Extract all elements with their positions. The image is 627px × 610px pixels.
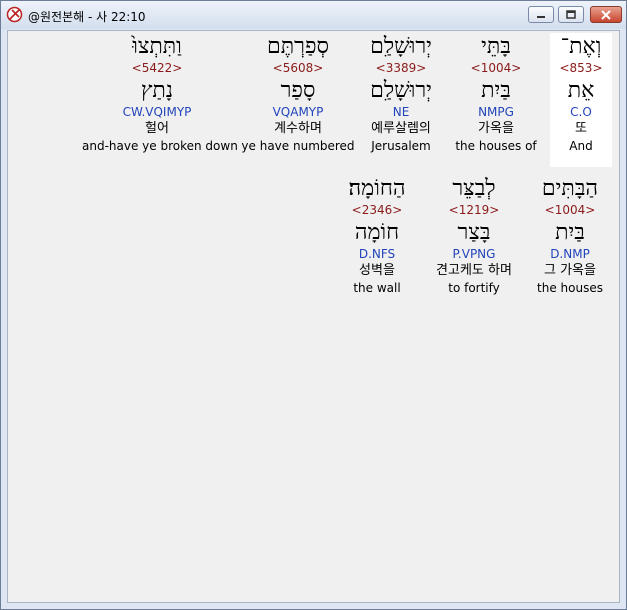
interlinear-panel[interactable]: וְאֶת־ <853> אֵת C.O 또 And בָּתֵּי <1004…: [7, 30, 620, 603]
word-block[interactable]: הַחוֹמָה׃ <2346> חוֹמָה D.NFS 성벽을 the wa…: [327, 175, 427, 296]
word-block[interactable]: הַבָּתִּים <1004> בַּיִת D.NMP 그 가옥을 the…: [530, 175, 610, 296]
korean-gloss: 성벽을: [359, 263, 395, 278]
window-title: @원전본해 - 사 22:10: [28, 10, 146, 24]
morphology-code: NMPG: [478, 105, 514, 119]
hebrew-word: יְרוּשָׁלַ͏ִם: [370, 34, 432, 59]
korean-gloss: 그 가옥을: [544, 263, 596, 278]
morphology-code: P.VPNG: [452, 247, 496, 261]
word-block[interactable]: וְאֶת־ <853> אֵת C.O 또 And: [550, 33, 612, 167]
hebrew-lemma: אֵת: [567, 78, 595, 103]
morphology-code: NE: [392, 105, 410, 119]
strong-number[interactable]: <1004>: [446, 61, 546, 75]
close-button[interactable]: [590, 6, 622, 23]
morphology-code: D.NFS: [358, 247, 396, 261]
english-gloss: the houses: [537, 281, 603, 295]
english-gloss: the wall: [353, 281, 401, 295]
english-gloss: Jerusalem: [371, 139, 431, 153]
english-gloss: the houses of: [455, 139, 537, 153]
strong-number[interactable]: <5608>: [241, 61, 355, 75]
word-block[interactable]: סְפַרְתֶּם <5608> סָפַר VQAMYP 계수하며 ye h…: [241, 33, 355, 154]
morphology-code: C.O: [570, 105, 592, 119]
hebrew-lemma: בָּצַר: [457, 220, 491, 245]
word-block[interactable]: יְרוּשָׁלַ͏ִם <3389> יְרוּשָׁלַ͏ִם NE 예루…: [351, 33, 451, 154]
maximize-icon: [566, 9, 576, 19]
hebrew-word: לְבַצֵּר: [452, 176, 496, 201]
strong-number[interactable]: <5422>: [82, 61, 232, 75]
morphology-code: CW.VQIMYP: [122, 105, 192, 119]
strong-number[interactable]: <3389>: [351, 61, 451, 75]
bible-app-icon[interactable]: [6, 6, 23, 23]
korean-gloss: 헐어: [145, 121, 169, 136]
morphology-code: VQAMYP: [272, 105, 324, 119]
english-gloss: and-have ye broken down: [82, 139, 238, 153]
english-gloss: ye have numbered: [241, 139, 355, 153]
app-window: @원전본해 - 사 22:10 וְאֶת־ <853> אֵת C.O 또 A…: [0, 0, 627, 610]
hebrew-word: וַתִּתְצוּ֙: [132, 34, 182, 59]
korean-gloss: 또: [575, 121, 587, 136]
minimize-button[interactable]: [528, 6, 554, 23]
hebrew-word: הַחוֹמָה׃: [348, 176, 406, 201]
korean-gloss: 계수하며: [274, 121, 322, 136]
strong-number[interactable]: <1004>: [530, 203, 610, 217]
hebrew-word: וְאֶת־: [560, 34, 602, 59]
title-bar[interactable]: @원전본해 - 사 22:10: [1, 1, 626, 29]
close-icon: [601, 9, 611, 20]
hebrew-word: בָּתֵּי: [481, 34, 511, 59]
minimize-icon: [537, 15, 545, 18]
english-gloss: And: [569, 139, 593, 153]
word-block[interactable]: וַתִּתְצוּ֙ <5422> נָתַץ CW.VQIMYP 헐어 an…: [82, 33, 238, 154]
hebrew-lemma: סָפַר: [280, 78, 316, 103]
morphology-code: D.NMP: [550, 247, 590, 261]
strong-number[interactable]: <1219>: [422, 203, 526, 217]
hebrew-lemma: בַּיִת: [481, 78, 511, 103]
korean-gloss: 예루살렘의: [371, 121, 431, 136]
hebrew-lemma: בַּיִת: [555, 220, 585, 245]
strong-number[interactable]: <2346>: [327, 203, 427, 217]
word-block[interactable]: בָּתֵּי <1004> בַּיִת NMPG 가옥을 the house…: [446, 33, 546, 154]
hebrew-lemma: נָתַץ: [140, 78, 174, 103]
korean-gloss: 견고케도 하며: [436, 263, 512, 278]
word-block[interactable]: לְבַצֵּר <1219> בָּצַר P.VPNG 견고케도 하며 to…: [422, 175, 526, 296]
strong-number[interactable]: <853>: [550, 61, 612, 75]
hebrew-word: סְפַרְתֶּם: [267, 34, 329, 59]
english-gloss: to fortify: [448, 281, 500, 295]
hebrew-lemma: יְרוּשָׁלַ͏ִם: [370, 78, 432, 103]
hebrew-word: הַבָּתִּים: [541, 176, 599, 201]
korean-gloss: 가옥을: [478, 121, 514, 136]
hebrew-lemma: חוֹמָה: [354, 220, 400, 245]
maximize-button[interactable]: [558, 6, 584, 23]
